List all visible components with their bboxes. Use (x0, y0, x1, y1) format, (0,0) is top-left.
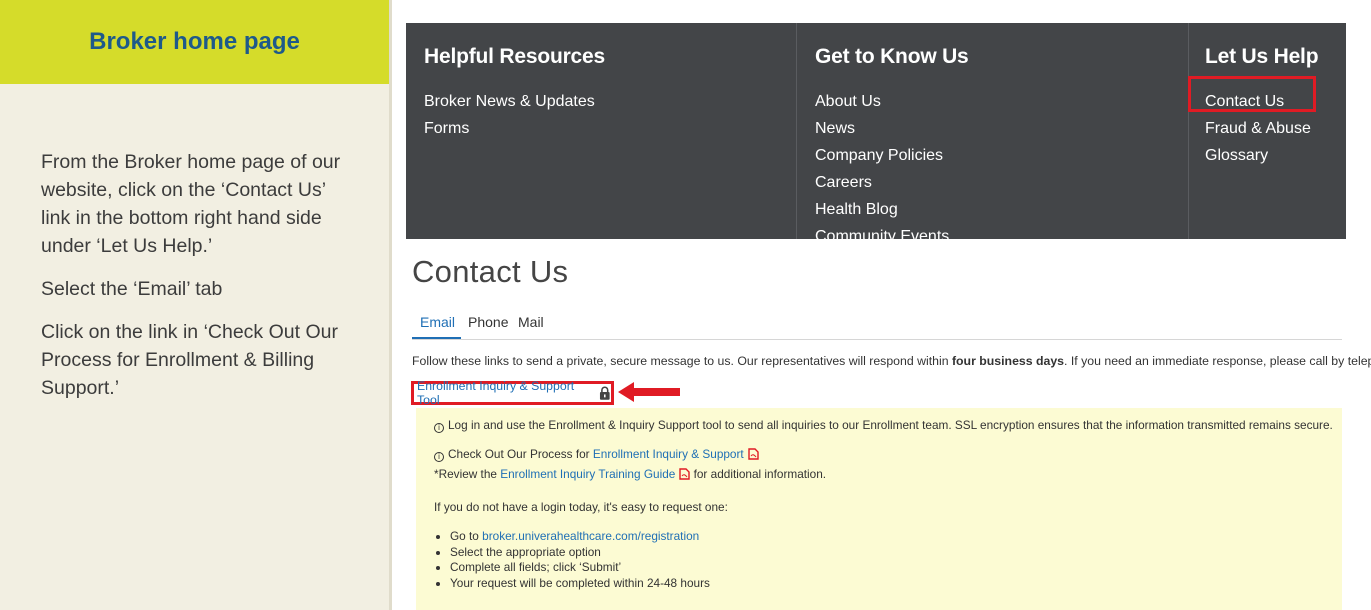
site-footer-nav: Helpful Resources Broker News & Updates … (406, 23, 1346, 239)
footer-column-let-us-help: Let Us Help Contact Us Fraud & Abuse Glo… (1188, 23, 1346, 239)
info-icon: i (434, 452, 444, 462)
lock-icon (600, 386, 611, 400)
instruction-panel: Broker home page From the Broker home pa… (0, 0, 392, 610)
footer-link-news[interactable]: News (815, 115, 1188, 142)
instruction-header: Broker home page (0, 0, 389, 84)
enrollment-process-link[interactable]: Enrollment Inquiry & Support (593, 447, 744, 461)
instruction-body: From the Broker home page of our website… (0, 84, 389, 402)
review-line: *Review the Enrollment Inquiry Training … (434, 467, 827, 481)
footer-heading-let-us-help: Let Us Help (1205, 45, 1319, 68)
instruction-title: Broker home page (89, 28, 300, 55)
footer-link-glossary[interactable]: Glossary (1205, 142, 1346, 169)
training-guide-link[interactable]: Enrollment Inquiry Training Guide (500, 467, 675, 481)
tab-mail[interactable]: Mail (518, 314, 544, 330)
enrollment-info-box: i Log in and use the Enrollment & Inquiry… (416, 408, 1342, 610)
footer-link-forms[interactable]: Forms (424, 115, 796, 142)
footer-column-helpful-resources: Helpful Resources Broker News & Updates … (406, 23, 796, 239)
list-item: Complete all fields; click ‘Submit’ (450, 560, 710, 576)
footer-link-careers[interactable]: Careers (815, 169, 1188, 196)
footer-link-health-blog[interactable]: Health Blog (815, 196, 1188, 223)
list-item: Your request will be completed within 24… (450, 576, 710, 592)
process-line: i Check Out Our Process for Enrollment In… (434, 447, 759, 462)
tab-phone[interactable]: Phone (468, 314, 508, 330)
footer-link-about-us[interactable]: About Us (815, 88, 1188, 115)
list-item: Go to broker.univerahealthcare.com/regis… (450, 529, 710, 545)
registration-steps: Go to broker.univerahealthcare.com/regis… (450, 529, 710, 591)
footer-link-fraud-abuse[interactable]: Fraud & Abuse (1205, 115, 1346, 142)
instruction-step-2: Select the ‘Email’ tab (41, 278, 223, 300)
footer-link-company-policies[interactable]: Company Policies (815, 142, 1188, 169)
email-intro-text: Follow these links to send a private, se… (412, 354, 1371, 368)
no-login-text: If you do not have a login today, it's e… (434, 500, 728, 514)
info-line: i Log in and use the Enrollment & Inquiry… (434, 418, 1333, 433)
footer-link-community-events[interactable]: Community Events (815, 223, 1188, 239)
pdf-icon (679, 468, 691, 480)
tool-link-highlight-box: Enrollment Inquiry & Support Tool (411, 379, 614, 407)
footer-column-get-to-know-us: Get to Know Us About Us News Company Pol… (796, 23, 1188, 239)
info-icon: i (434, 423, 444, 433)
contact-us-highlight-box (1188, 76, 1316, 112)
footer-heading-helpful-resources: Helpful Resources (424, 45, 605, 68)
enrollment-support-tool-link[interactable]: Enrollment Inquiry & Support Tool (417, 379, 593, 407)
instruction-step-3: Click on the link in ‘Check Out Our Proc… (41, 321, 338, 399)
response-time: four business days (951, 354, 1065, 368)
contact-page-title: Contact Us (412, 254, 569, 289)
instruction-step-1: From the Broker home page of our website… (41, 151, 341, 257)
registration-link[interactable]: broker.univerahealthcare.com/registratio… (482, 529, 699, 543)
pdf-icon (748, 448, 759, 460)
list-item: Select the appropriate option (450, 545, 710, 561)
tab-email[interactable]: Email (411, 314, 462, 339)
footer-heading-get-to-know-us: Get to Know Us (815, 45, 969, 68)
footer-link-broker-news[interactable]: Broker News & Updates (424, 88, 796, 115)
contact-tabs: Email Phone Mail (411, 312, 1342, 340)
pointer-arrow-icon (618, 382, 680, 402)
